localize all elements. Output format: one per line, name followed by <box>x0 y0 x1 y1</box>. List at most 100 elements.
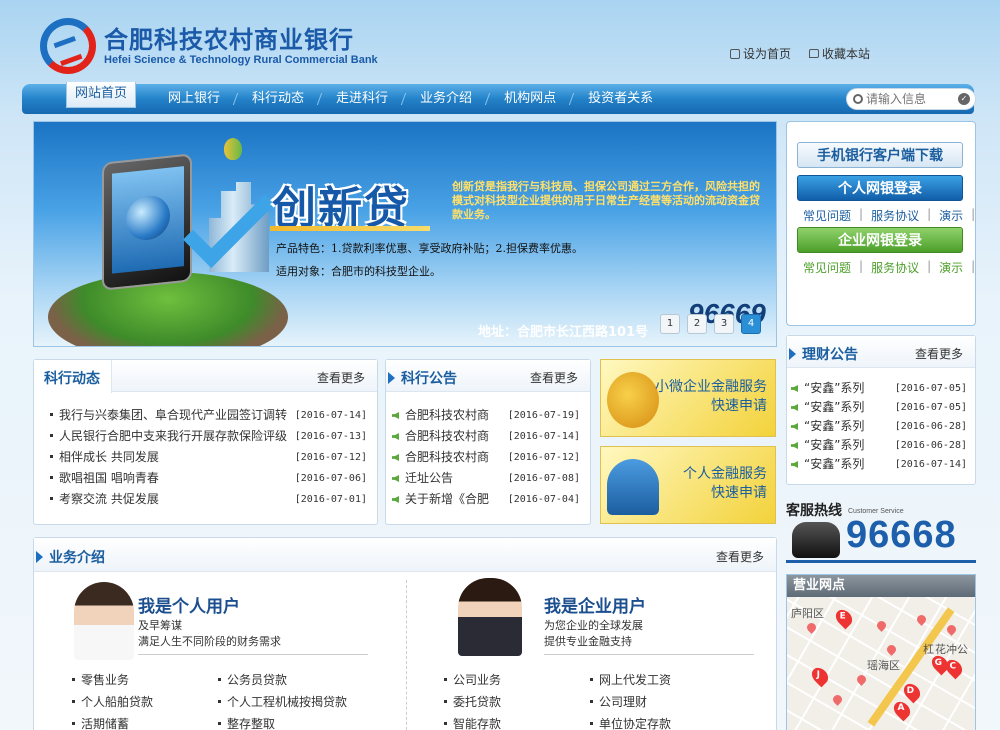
biz-personal-item[interactable]: 整存整取 <box>218 715 275 730</box>
map-label-luyang: 庐阳区 <box>791 607 824 620</box>
nav-about[interactable]: 走进科行 <box>320 84 404 114</box>
finance-item[interactable]: “安鑫”系列 [2016-06-28] <box>791 436 967 455</box>
personal-sub1: 及早筹谋 <box>138 619 182 632</box>
business-divider <box>406 580 407 730</box>
personal-sub2: 满足人生不同阶段的财务需求 <box>138 635 281 648</box>
biz-corporate-item[interactable]: 单位协定存款 <box>590 715 671 730</box>
personal-agreement-link[interactable]: 服务协议 <box>871 207 919 224</box>
smb-finance-promo[interactable]: 小微企业金融服务 快速申请 <box>600 359 776 437</box>
nav-news[interactable]: 科行动态 <box>236 84 320 114</box>
home-icon <box>729 48 740 59</box>
notice-item[interactable]: 合肥科技农村商 [2016-07-19] <box>392 405 580 426</box>
balloon-icon <box>224 138 242 160</box>
banner-address: 地址：合肥市长江西路101号 <box>478 325 649 340</box>
bookmark-label: 收藏本站 <box>821 47 870 61</box>
nav-investor[interactable]: 投资者关系 <box>572 84 669 114</box>
biz-personal-item[interactable]: 零售业务 <box>72 671 129 688</box>
bank-logo[interactable]: 合肥科技农村商业银行 Hefei Science & Technology Ru… <box>40 18 378 76</box>
personal-finance-promo[interactable]: 个人金融服务快速申请 <box>600 446 776 524</box>
biz-personal-item[interactable]: 公务员贷款 <box>218 671 287 688</box>
person-icon <box>607 459 659 515</box>
hotline-underline <box>786 560 976 563</box>
news-item[interactable]: 歌唱祖国 唱响青春 [2016-07-06] <box>50 468 367 489</box>
mobile-app-download-button[interactable]: 手机银行客户端下载 <box>797 142 963 168</box>
personal-underline <box>138 654 368 655</box>
top-links: 设为首页 收藏本站 <box>729 45 870 62</box>
login-panel: 手机银行客户端下载 个人网银登录 常见问题 | 服务协议 | 演示 | 企业网银登录 … <box>786 121 976 326</box>
notice-title: 科行公告 <box>401 371 457 387</box>
notice-panel: 科行公告 查看更多 合肥科技农村商 [2016-07-19] 合肥科技农村商 [20… <box>385 359 591 525</box>
finance-item[interactable]: “安鑫”系列 [2016-07-14] <box>791 455 967 474</box>
banner-page-4[interactable]: 4 <box>741 314 761 334</box>
notice-item[interactable]: 关于新增《合肥 [2016-07-04] <box>392 489 580 510</box>
banner-page-2[interactable]: 2 <box>687 314 707 334</box>
nav-home-tab[interactable]: 网站首页 <box>66 82 136 108</box>
personal-demo-link[interactable]: 演示 <box>939 207 963 224</box>
notice-arrow-icon <box>388 372 395 384</box>
promo-line2: 快速申请 <box>711 485 767 501</box>
corporate-underline <box>544 654 754 655</box>
nav-business[interactable]: 业务介绍 <box>404 84 488 114</box>
speaker-icon <box>392 454 399 461</box>
nav-branches[interactable]: 机构网点 <box>488 84 572 114</box>
news-more-link[interactable]: 查看更多 <box>317 369 365 386</box>
main-nav: 网站首页 网上银行 科行动态 走进科行 业务介绍 机构网点 投资者关系 <box>22 82 974 114</box>
news-item[interactable]: 相伴成长 共同发展 [2016-07-12] <box>50 447 367 468</box>
banner-pagination: 1 2 3 4 <box>660 314 761 334</box>
bookmark-link[interactable]: 收藏本站 <box>808 45 870 62</box>
notice-item[interactable]: 合肥科技农村商 [2016-07-12] <box>392 447 580 468</box>
notice-item[interactable]: 合肥科技农村商 [2016-07-14] <box>392 426 580 447</box>
search-submit-icon[interactable]: ✓ <box>958 93 970 105</box>
business-more-link[interactable]: 查看更多 <box>716 548 764 565</box>
biz-corporate-item[interactable]: 公司理财 <box>590 693 647 710</box>
search-input[interactable] <box>866 92 958 106</box>
biz-corporate-item[interactable]: 公司业务 <box>444 671 501 688</box>
corporate-demo-link[interactable]: 演示 <box>939 259 963 276</box>
notice-more-link[interactable]: 查看更多 <box>530 369 578 386</box>
hotline-number: 96668 <box>846 514 957 556</box>
business-arrow-icon <box>36 551 43 563</box>
finance-more-link[interactable]: 查看更多 <box>915 345 963 362</box>
news-item[interactable]: 我行与兴泰集团、阜合现代产业园签订调转 [2016-07-14] <box>50 405 367 426</box>
promo-line2: 快速申请 <box>711 398 767 414</box>
personal-faq-link[interactable]: 常见问题 <box>803 207 851 224</box>
news-item[interactable]: 人民银行合肥中支来我行开展存款保险评级 [2016-07-13] <box>50 426 367 447</box>
banner-title-underline <box>270 226 430 231</box>
biz-personal-item[interactable]: 活期储蓄 <box>72 715 129 730</box>
speaker-icon <box>392 496 399 503</box>
notice-item[interactable]: 迁址公告 [2016-07-08] <box>392 468 580 489</box>
hotline: 客服热线 Customer Service 96668 <box>786 500 976 568</box>
set-home-link[interactable]: 设为首页 <box>729 45 791 62</box>
finance-item[interactable]: “安鑫”系列 [2016-07-05] <box>791 379 967 398</box>
biz-corporate-item[interactable]: 智能存款 <box>444 715 501 730</box>
search-box: ✓ <box>846 88 976 110</box>
promo-line1: 个人金融服务 <box>683 466 767 482</box>
speaker-icon <box>392 412 399 419</box>
news-item[interactable]: 考察交流 共促发展 [2016-07-01] <box>50 489 367 510</box>
globe-icon <box>126 193 170 243</box>
banner-page-1[interactable]: 1 <box>660 314 680 334</box>
corporate-links: 常见问题 | 服务协议 | 演示 | <box>803 259 976 276</box>
biz-corporate-item[interactable]: 网上代发工资 <box>590 671 671 688</box>
banner-page-3[interactable]: 3 <box>714 314 734 334</box>
personal-heading[interactable]: 我是个人用户 <box>138 592 240 617</box>
finance-item[interactable]: “安鑫”系列 [2016-07-05] <box>791 398 967 417</box>
finance-title: 理财公告 <box>802 347 858 363</box>
biz-personal-item[interactable]: 个人船舶贷款 <box>72 693 153 710</box>
corporate-login-button[interactable]: 企业网银登录 <box>797 227 963 253</box>
map-label-huachong: 花冲公 <box>935 643 968 656</box>
corporate-heading[interactable]: 我是企业用户 <box>544 592 646 617</box>
hero-banner[interactable]: 创新贷 创新贷是指我行与科技局、担保公司通过三方合作，风险共担的模式对科技型企业… <box>33 121 777 347</box>
corporate-agreement-link[interactable]: 服务协议 <box>871 259 919 276</box>
biz-corporate-item[interactable]: 委托贷款 <box>444 693 501 710</box>
finance-item[interactable]: “安鑫”系列 [2016-06-28] <box>791 417 967 436</box>
branch-map[interactable]: 营业网点 庐阳区 瑶海区 杠 花冲公 E J D A G C <box>786 574 976 730</box>
nav-online-bank[interactable]: 网上银行 <box>152 84 236 114</box>
personal-user-avatar <box>74 582 134 660</box>
corporate-faq-link[interactable]: 常见问题 <box>803 259 851 276</box>
news-title: 科行动态 <box>44 371 100 387</box>
personal-login-button[interactable]: 个人网银登录 <box>797 175 963 201</box>
corporate-user-avatar <box>458 578 522 656</box>
biz-personal-item[interactable]: 个人工程机械按揭贷款 <box>218 693 347 710</box>
set-home-label: 设为首页 <box>742 47 791 61</box>
